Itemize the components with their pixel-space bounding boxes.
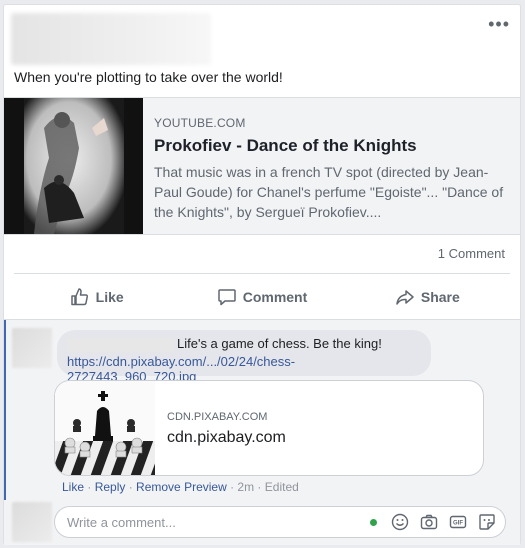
comment-input[interactable]: Write a comment... GIF bbox=[54, 506, 506, 538]
comment-button[interactable]: Comment bbox=[179, 277, 344, 317]
remove-preview-link[interactable]: Remove Preview bbox=[136, 480, 227, 494]
comment-label: Comment bbox=[242, 289, 308, 305]
video-thumbnail[interactable] bbox=[4, 98, 143, 234]
share-button[interactable]: Share bbox=[345, 277, 510, 317]
like-icon bbox=[70, 288, 88, 306]
divider bbox=[14, 273, 510, 274]
share-label: Share bbox=[420, 289, 460, 305]
comment-link-preview[interactable]: CDN.PIXABAY.COM cdn.pixabay.com bbox=[54, 380, 484, 476]
action-bar: Like Comment Share bbox=[14, 277, 510, 317]
comment-actions: Like · Reply · Remove Preview · 2m · Edi… bbox=[62, 480, 299, 494]
comment-reply-link[interactable]: Reply bbox=[95, 480, 126, 494]
edited-label[interactable]: Edited bbox=[265, 480, 299, 494]
comment-count[interactable]: 1 Comment bbox=[438, 246, 505, 261]
link-meta[interactable]: YOUTUBE.COM Prokofiev - Dance of the Kni… bbox=[154, 116, 509, 222]
preview-domain: CDN.PIXABAY.COM bbox=[167, 411, 268, 423]
link-domain: YOUTUBE.COM bbox=[154, 116, 246, 130]
like-button[interactable]: Like bbox=[14, 277, 179, 317]
comment-time[interactable]: 2m bbox=[237, 480, 254, 494]
gif-icon[interactable]: GIF bbox=[448, 512, 468, 532]
link-description: That music was in a french TV spot (dire… bbox=[154, 164, 504, 220]
chess-thumbnail[interactable] bbox=[55, 381, 155, 475]
link-preview[interactable]: YOUTUBE.COM Prokofiev - Dance of the Kni… bbox=[4, 97, 520, 235]
comment-like-link[interactable]: Like bbox=[62, 480, 84, 494]
composer-tools: GIF bbox=[370, 512, 497, 532]
comment-placeholder: Write a comment... bbox=[67, 515, 176, 530]
author-header-redacted bbox=[11, 13, 211, 65]
comments-section: Life's a game of chess. Be the king! htt… bbox=[4, 319, 520, 545]
thread-indicator bbox=[4, 320, 6, 500]
post-text: When you're plotting to take over the wo… bbox=[14, 69, 283, 85]
sticker-icon[interactable] bbox=[477, 512, 497, 532]
current-user-avatar bbox=[12, 502, 52, 542]
camera-icon[interactable] bbox=[419, 512, 439, 532]
more-icon[interactable]: ••• bbox=[488, 15, 510, 33]
svg-text:GIF: GIF bbox=[453, 521, 463, 527]
comment-icon bbox=[217, 289, 236, 306]
share-icon bbox=[396, 290, 414, 305]
post-card: ••• When you're plotting to take over th… bbox=[3, 4, 521, 545]
emoji-icon[interactable] bbox=[390, 512, 410, 532]
commenter-avatar[interactable] bbox=[12, 328, 52, 368]
link-title[interactable]: Prokofiev - Dance of the Knights bbox=[154, 136, 509, 156]
commenter-name-redacted[interactable] bbox=[67, 337, 175, 352]
comment-bubble: Life's a game of chess. Be the king! htt… bbox=[57, 330, 431, 384]
like-label: Like bbox=[95, 289, 124, 305]
online-indicator bbox=[370, 518, 377, 526]
preview-title[interactable]: cdn.pixabay.com bbox=[167, 429, 286, 447]
comment-text: Life's a game of chess. Be the king! bbox=[177, 336, 382, 351]
